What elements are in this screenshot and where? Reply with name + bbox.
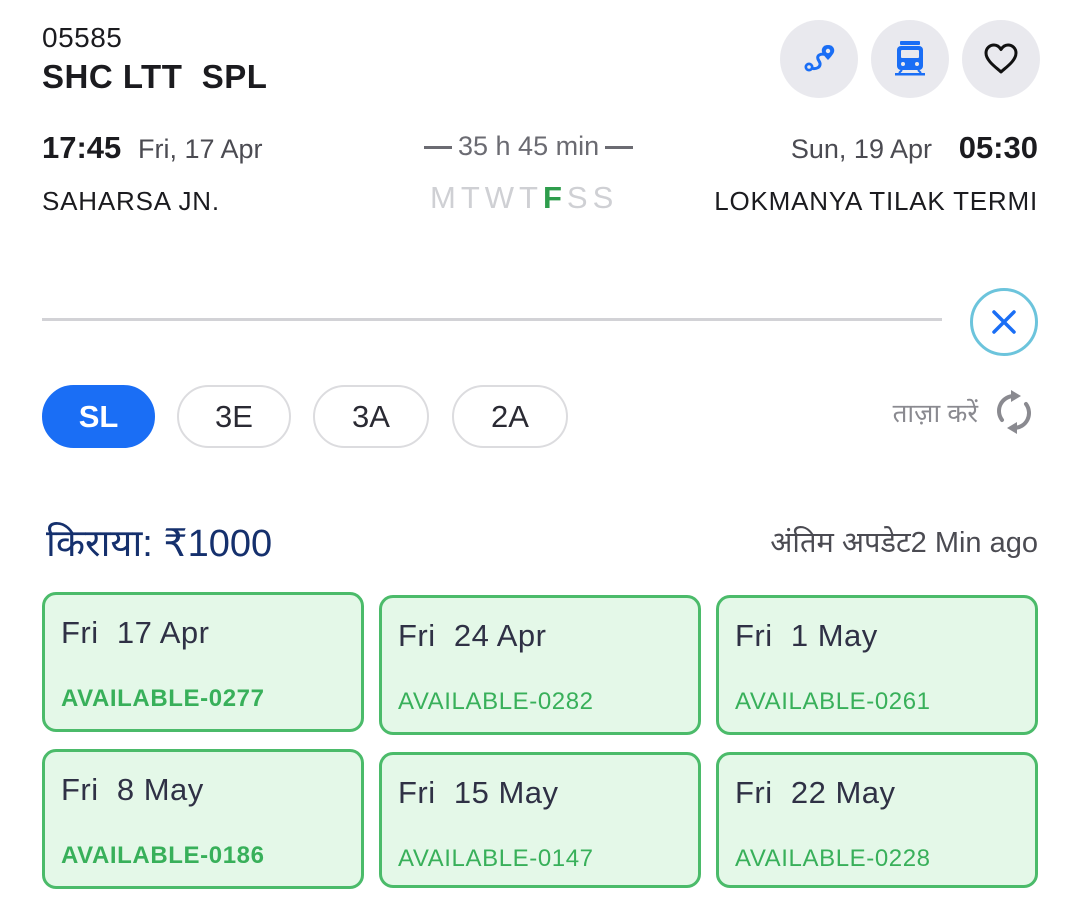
availability-card[interactable]: Fri 24 Apr AVAILABLE-0282 — [379, 595, 701, 735]
availability-card[interactable]: Fri 15 May AVAILABLE-0147 — [379, 752, 701, 888]
class-chip-3a[interactable]: 3A — [313, 385, 429, 448]
availability-date: Fri 8 May — [61, 772, 204, 807]
day-4: F — [542, 180, 567, 215]
availability-card[interactable]: Fri 1 May AVAILABLE-0261 — [716, 595, 1038, 735]
availability-card[interactable]: Fri 22 May AVAILABLE-0228 — [716, 752, 1038, 888]
availability-status: AVAILABLE-0277 — [61, 685, 265, 712]
availability-date: Fri 22 May — [735, 775, 896, 810]
departure-time: 17:45 — [42, 130, 122, 165]
train-number: 05585 — [42, 22, 123, 53]
progress-track — [42, 318, 942, 321]
day-2: W — [484, 180, 520, 215]
day-5: S — [566, 180, 593, 215]
divider — [424, 146, 452, 150]
departure-date: Fri, 17 Apr — [138, 134, 263, 164]
day-3: T — [519, 180, 543, 215]
class-chip-sl[interactable]: SL — [42, 385, 155, 448]
favorite-button[interactable] — [962, 20, 1040, 98]
class-chip-2a[interactable]: 2A — [452, 385, 568, 448]
availability-status: AVAILABLE-0147 — [398, 845, 594, 872]
availability-card[interactable]: Fri 8 May AVAILABLE-0186 — [42, 749, 364, 889]
day-0: M — [430, 180, 461, 215]
availability-date: Fri 17 Apr — [61, 615, 210, 650]
availability-date: Fri 24 Apr — [398, 618, 547, 653]
refresh-label: ताज़ा करें — [892, 398, 978, 428]
availability-date: Fri 15 May — [398, 775, 559, 810]
day-6: S — [592, 180, 619, 215]
route-button[interactable] — [780, 20, 858, 98]
refresh-icon — [997, 390, 1031, 434]
journey-duration: 35 h 45 min — [418, 131, 639, 162]
refresh-button[interactable]: ताज़ा करें — [893, 390, 1034, 434]
availability-status: AVAILABLE-0186 — [61, 842, 265, 869]
day-1: T — [460, 180, 485, 215]
train-icon — [895, 41, 925, 76]
departure-station: SAHARSA JN. — [42, 186, 220, 216]
availability-card[interactable]: Fri 17 Apr AVAILABLE-0277 — [42, 592, 364, 732]
running-days: MTWTFSS — [430, 180, 618, 216]
route-icon — [804, 45, 835, 72]
arrival-date: Sun, 19 Apr — [790, 134, 932, 164]
last-update: अंतिम अपडेट2 Min ago — [770, 527, 1038, 559]
train-info-button[interactable] — [871, 20, 949, 98]
availability-status: AVAILABLE-0261 — [735, 688, 931, 715]
class-chip-3e[interactable]: 3E — [177, 385, 291, 448]
arrival-time: 05:30 — [958, 130, 1038, 165]
availability-status: AVAILABLE-0282 — [398, 688, 594, 715]
availability-status: AVAILABLE-0228 — [735, 845, 931, 872]
fare: किराया: ₹1000 — [46, 523, 273, 565]
train-name: SHC LTT SPL — [42, 58, 268, 95]
arrival-station: LOKMANYA TILAK TERMI — [714, 186, 1038, 216]
close-icon — [992, 310, 1016, 334]
availability-date: Fri 1 May — [735, 618, 878, 653]
duration-text: 35 h 45 min — [458, 131, 600, 161]
close-button[interactable] — [970, 288, 1038, 356]
heart-icon — [984, 43, 1018, 74]
divider — [605, 146, 634, 150]
